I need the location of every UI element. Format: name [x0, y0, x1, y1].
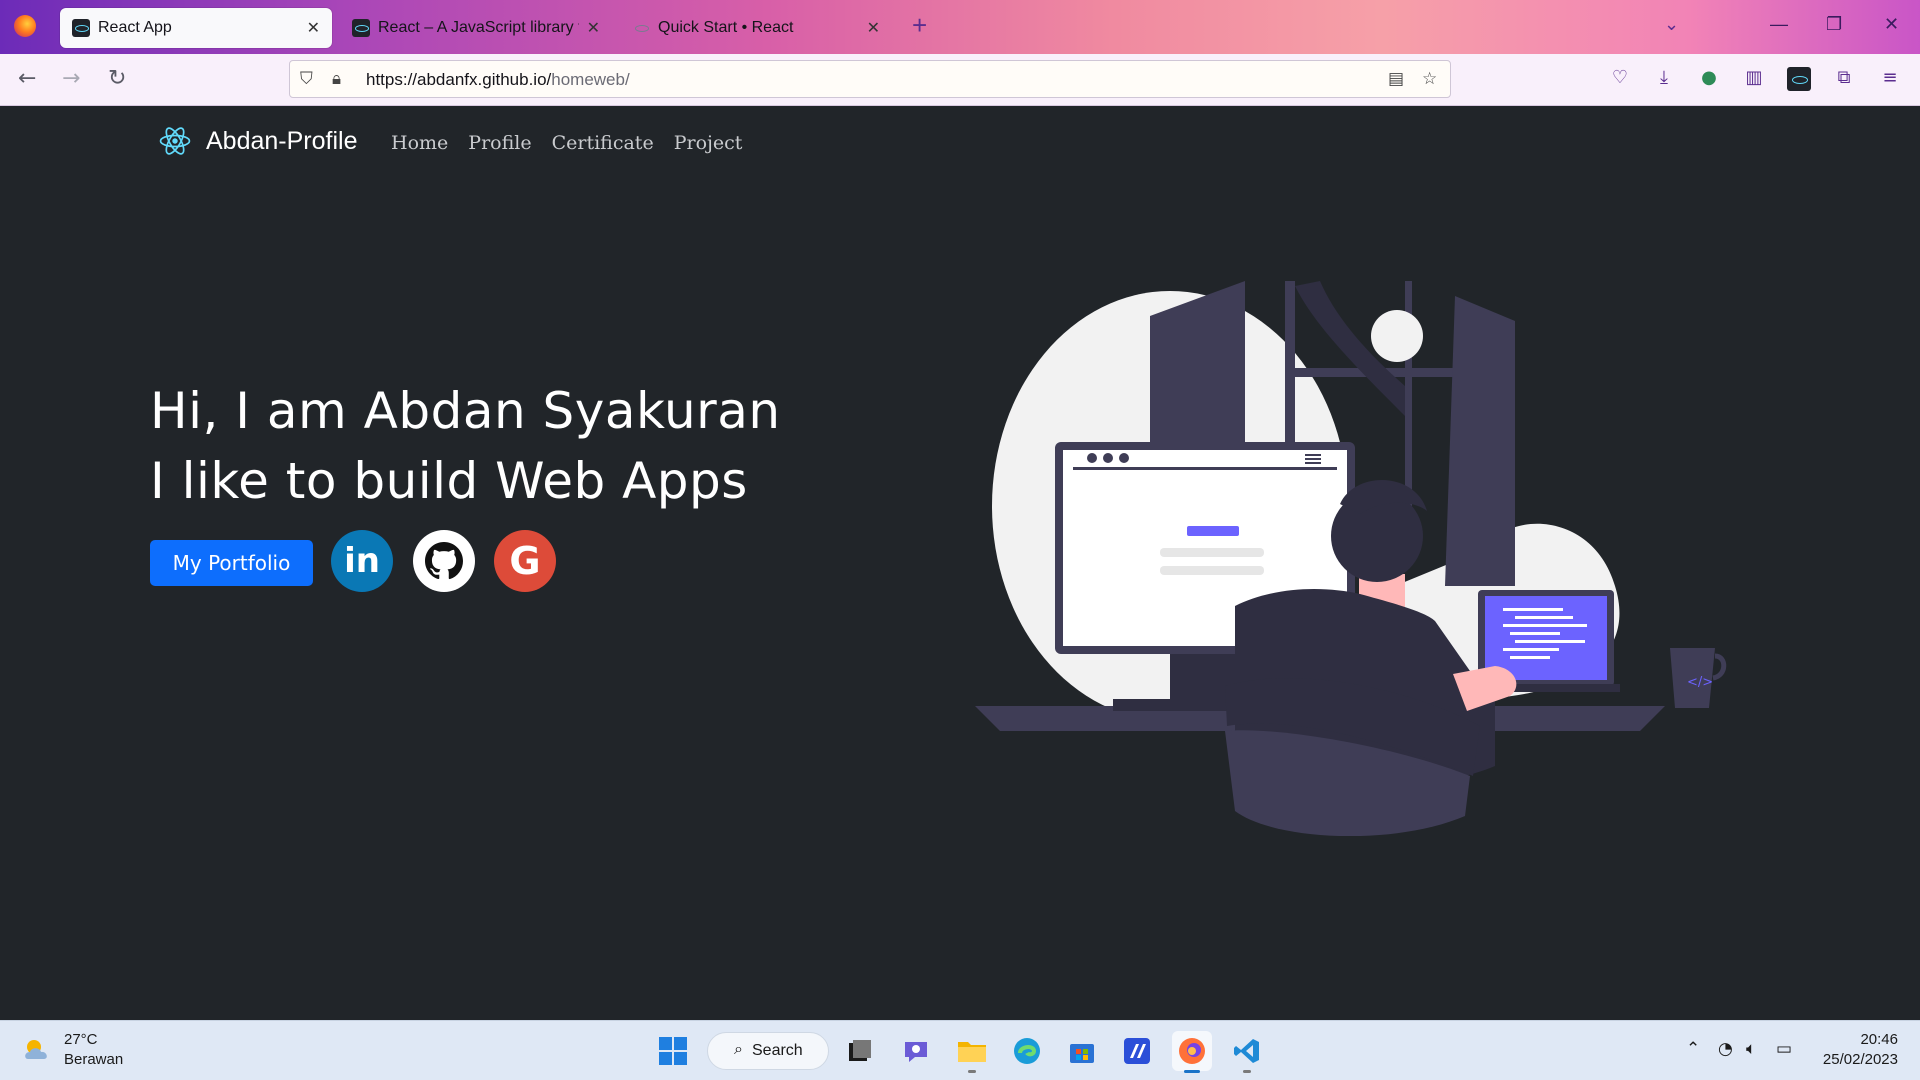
- url-text[interactable]: https://abdanfx.github.io/homeweb/: [366, 70, 630, 90]
- menu-icon[interactable]: ≡: [1878, 67, 1902, 91]
- weather-temperature[interactable]: 27°C: [64, 1031, 98, 1048]
- nav-profile[interactable]: Profile: [468, 132, 531, 154]
- vscode-app[interactable]: [1227, 1031, 1267, 1073]
- back-arrow-icon[interactable]: ←: [18, 66, 36, 91]
- speaker-icon[interactable]: 🔈︎: [1746, 1039, 1756, 1059]
- linkedin-icon: in: [344, 541, 380, 581]
- store-icon: [1070, 1044, 1094, 1063]
- my-portfolio-button[interactable]: My Portfolio: [150, 540, 313, 586]
- close-icon[interactable]: ✕: [307, 18, 320, 38]
- lock-icon[interactable]: 🔒︎: [332, 69, 341, 89]
- restore-icon[interactable]: ❐: [1826, 14, 1842, 35]
- running-indicator: [968, 1070, 976, 1073]
- tab-title: React App: [98, 19, 172, 36]
- tab-react-library[interactable]: React – A JavaScript library for b ✕: [340, 8, 612, 48]
- react-logo-icon: [159, 127, 191, 155]
- shield-icon[interactable]: ⛉: [300, 69, 313, 89]
- reader-view-icon[interactable]: ▤: [1388, 69, 1404, 89]
- tab-title: React – A JavaScript library for b: [378, 19, 579, 36]
- search-label: Search: [752, 1042, 803, 1059]
- tab-title: Quick Start • React: [658, 19, 794, 36]
- site-brand[interactable]: Abdan-Profile: [158, 124, 357, 158]
- google-icon: G: [509, 539, 541, 583]
- extensions-icon[interactable]: ⧉: [1832, 67, 1856, 91]
- store-app[interactable]: [1062, 1031, 1102, 1071]
- notes-icon[interactable]: ▥: [1742, 67, 1766, 91]
- start-button[interactable]: [653, 1031, 693, 1071]
- github-button[interactable]: [413, 530, 475, 592]
- react-devtools-icon[interactable]: [1787, 67, 1811, 91]
- windows-logo-icon: [659, 1037, 687, 1065]
- browser-tab-bar: React App ✕ React – A JavaScript library…: [0, 0, 1920, 54]
- developer-illustration: </>: [975, 281, 1727, 836]
- forward-arrow-icon[interactable]: →: [62, 66, 80, 91]
- hero-heading: Hi, I am Abdan Syakuran I like to build …: [150, 376, 781, 516]
- partly-cloudy-icon[interactable]: [22, 1035, 52, 1065]
- site-navigation: Home Profile Certificate Project: [391, 132, 742, 154]
- google-button[interactable]: G: [494, 530, 556, 592]
- hero-line-1: Hi, I am Abdan Syakuran: [150, 382, 781, 440]
- editor-app[interactable]: [1117, 1031, 1157, 1071]
- github-icon: [425, 542, 463, 580]
- download-icon[interactable]: ⤓: [1652, 67, 1676, 91]
- tab-react-app[interactable]: React App ✕: [60, 8, 332, 48]
- firefox-app[interactable]: [1172, 1031, 1212, 1073]
- folder-icon: [958, 1042, 986, 1062]
- clock-time[interactable]: 20:46: [1860, 1031, 1898, 1048]
- nav-project[interactable]: Project: [674, 132, 743, 154]
- clock-date[interactable]: 25/02/2023: [1823, 1051, 1898, 1068]
- weather-description[interactable]: Berawan: [64, 1051, 123, 1068]
- wifi-icon[interactable]: ◔: [1718, 1039, 1733, 1059]
- vscode-icon: [1234, 1039, 1259, 1063]
- browser-navigation-bar: ← → ↻ ⛉ 🔒︎ https://abdanfx.github.io/hom…: [0, 54, 1920, 106]
- nav-certificate[interactable]: Certificate: [552, 132, 654, 154]
- task-view-icon: [849, 1040, 871, 1061]
- nav-home[interactable]: Home: [391, 132, 448, 154]
- active-indicator: [1184, 1070, 1200, 1073]
- chat-app[interactable]: [896, 1031, 936, 1071]
- page-content: Abdan-Profile Home Profile Certificate P…: [0, 106, 1920, 1020]
- bookmark-star-icon[interactable]: ☆: [1422, 69, 1437, 89]
- taskbar: 27°C Berawan ⌕ Search ⌃ ◔ 🔈︎ ▭ 20:46 25/…: [0, 1020, 1920, 1080]
- editor-icon: [1124, 1038, 1150, 1064]
- taskbar-search[interactable]: ⌕ Search: [707, 1032, 829, 1070]
- task-view-button[interactable]: [840, 1031, 880, 1071]
- reload-icon[interactable]: ↻: [108, 66, 126, 91]
- react-favicon-icon: [352, 19, 370, 37]
- close-icon[interactable]: ✕: [587, 18, 600, 38]
- minimize-icon[interactable]: —: [1770, 14, 1788, 35]
- react-favicon-icon: [72, 19, 90, 37]
- file-explorer-app[interactable]: [952, 1031, 992, 1073]
- hero-line-2: I like to build Web Apps: [150, 452, 748, 510]
- tab-quick-start[interactable]: Quick Start • React ✕: [620, 8, 892, 48]
- linkedin-button[interactable]: in: [331, 530, 393, 592]
- svg-text:</>: </>: [1687, 675, 1713, 690]
- pocket-icon[interactable]: ♡: [1608, 67, 1632, 91]
- address-bar[interactable]: ⛉ 🔒︎ https://abdanfx.github.io/homeweb/ …: [289, 60, 1451, 98]
- chevron-down-icon[interactable]: ⌄: [1664, 14, 1679, 35]
- brand-name: Abdan-Profile: [206, 126, 358, 155]
- edge-app[interactable]: [1007, 1031, 1047, 1071]
- react-favicon-icon: [632, 19, 650, 37]
- close-window-icon[interactable]: ✕: [1884, 14, 1899, 35]
- chevron-up-icon[interactable]: ⌃: [1686, 1039, 1700, 1059]
- battery-icon[interactable]: ▭: [1776, 1039, 1792, 1059]
- running-indicator: [1243, 1070, 1251, 1073]
- firefox-icon: [1179, 1038, 1205, 1064]
- search-icon: ⌕: [734, 1041, 743, 1058]
- close-icon[interactable]: ✕: [867, 18, 880, 38]
- firefox-logo-icon[interactable]: [14, 15, 36, 37]
- edge-icon: [1014, 1038, 1040, 1064]
- new-tab-icon[interactable]: +: [912, 10, 927, 41]
- chat-icon: [905, 1042, 927, 1062]
- extension-globe-icon[interactable]: ●: [1697, 67, 1721, 91]
